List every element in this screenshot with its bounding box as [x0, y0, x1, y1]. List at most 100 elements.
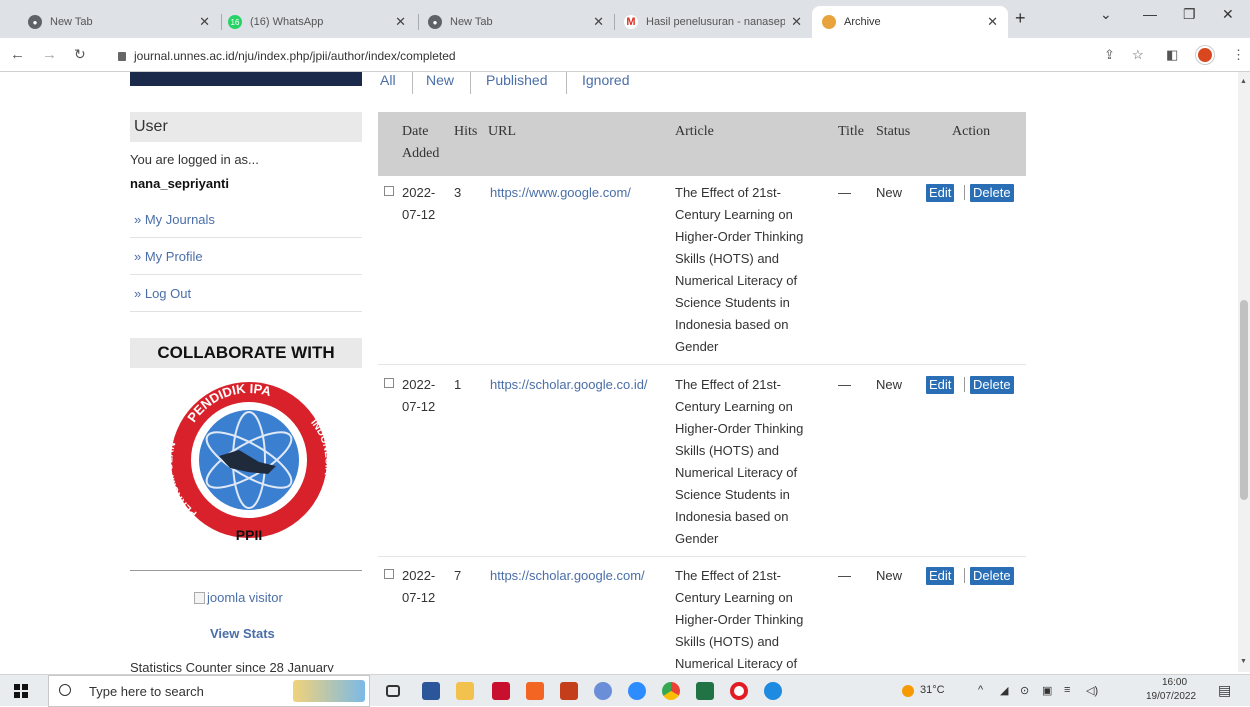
browser-icon[interactable] — [594, 682, 612, 700]
col-date[interactable]: Date — [402, 124, 428, 140]
sidebar-link-my-profile[interactable]: » My Profile — [130, 239, 362, 275]
tab-whatsapp[interactable]: 16 (16) WhatsApp ✕ — [218, 6, 416, 38]
file-explorer-icon[interactable] — [456, 682, 474, 700]
row-url-link[interactable]: https://www.google.com/ — [490, 182, 631, 204]
forward-icon[interactable]: → — [42, 46, 57, 63]
tab-gmail[interactable]: M Hasil penelusuran - nanasep ✕ — [614, 6, 812, 38]
row-checkbox[interactable] — [384, 186, 394, 196]
tab-title: New Tab — [450, 16, 493, 28]
task-view-icon[interactable] — [386, 685, 400, 697]
chrome-icon[interactable] — [662, 682, 680, 700]
sidepanel-icon[interactable]: ◧ — [1166, 47, 1178, 63]
row-status: New — [876, 185, 903, 200]
windows-start-icon[interactable] — [14, 684, 28, 698]
delete-button[interactable]: Delete — [970, 376, 1014, 394]
minimize-icon[interactable]: — — [1143, 6, 1157, 22]
meet-icon[interactable]: ⊙ — [1020, 684, 1029, 697]
col-url[interactable]: URL — [488, 124, 516, 140]
globe-icon: ● — [428, 15, 442, 29]
whatsapp-icon: 16 — [228, 15, 242, 29]
joomla-visitor-image[interactable]: joomla visitor — [194, 590, 283, 605]
table-row: 2022-07-12 1 https://scholar.google.co.i… — [378, 374, 1026, 554]
col-article[interactable]: Article — [675, 124, 714, 140]
clock-date[interactable]: 19/07/2022 — [1146, 691, 1196, 702]
username: nana_sepriyanti — [130, 176, 229, 191]
new-tab-button[interactable]: + — [1015, 8, 1026, 29]
tab-archive[interactable]: Archive ✕ — [812, 6, 1008, 38]
delete-button[interactable]: Delete — [970, 184, 1014, 202]
excel-icon[interactable] — [696, 682, 714, 700]
url-field[interactable]: journal.unnes.ac.id/nju/index.php/jpii/a… — [118, 49, 456, 63]
lock-icon — [118, 52, 126, 61]
filter-all[interactable]: All — [380, 72, 396, 88]
notification-app-icon[interactable]: ▣ — [1042, 684, 1052, 697]
tab-new-tab-1[interactable]: ● New Tab ✕ — [18, 6, 220, 38]
menu-kebab-icon[interactable]: ⋮ — [1232, 47, 1245, 63]
browser-tab-bar: ● New Tab ✕ 16 (16) WhatsApp ✕ ● New Tab… — [0, 0, 1250, 38]
bookmark-star-icon[interactable]: ☆ — [1132, 47, 1144, 63]
volume-icon[interactable]: ◁) — [1086, 684, 1098, 697]
filter-published[interactable]: Published — [486, 72, 548, 88]
word-icon[interactable] — [422, 682, 440, 700]
row-status: New — [876, 377, 903, 392]
tab-new-tab-2[interactable]: ● New Tab ✕ — [418, 6, 614, 38]
ppii-logo[interactable]: PENDIDIK IPA PERKUMPULAN INDONESIA PPII — [164, 376, 334, 552]
office-icon[interactable] — [526, 682, 544, 700]
app-icon[interactable] — [492, 682, 510, 700]
edit-button[interactable]: Edit — [926, 567, 955, 585]
col-status[interactable]: Status — [876, 124, 910, 140]
edit-button[interactable]: Edit — [926, 184, 955, 202]
col-hits[interactable]: Hits — [454, 124, 477, 140]
back-icon[interactable]: ← — [10, 46, 25, 63]
share-icon[interactable]: ⇪ — [1104, 47, 1115, 63]
joomla-visitor-alt: joomla visitor — [207, 590, 283, 605]
zoom-icon[interactable] — [628, 682, 646, 700]
row-article: The Effect of 21st-Century Learning on H… — [675, 185, 804, 354]
filter-ignored[interactable]: Ignored — [582, 72, 629, 88]
weather-icon[interactable] — [902, 685, 914, 697]
close-icon[interactable]: ✕ — [199, 14, 210, 30]
scrollbar-thumb[interactable] — [1240, 300, 1248, 500]
row-checkbox[interactable] — [384, 569, 394, 579]
reload-icon[interactable]: ↻ — [74, 46, 86, 63]
weather-temp[interactable]: 31°C — [920, 684, 945, 696]
edge-icon[interactable] — [764, 682, 782, 700]
close-icon[interactable]: ✕ — [593, 14, 604, 30]
action-divider — [964, 185, 965, 200]
view-stats-link[interactable]: View Stats — [210, 626, 275, 641]
close-icon[interactable]: ✕ — [987, 14, 998, 30]
scroll-up-icon[interactable]: ▲ — [1240, 78, 1247, 85]
delete-button[interactable]: Delete — [970, 567, 1014, 585]
row-url-link[interactable]: https://scholar.google.com/ — [490, 565, 645, 587]
restore-icon[interactable]: ❐ — [1183, 6, 1196, 23]
tab-search-icon[interactable]: ⌄ — [1100, 6, 1112, 23]
clock-time[interactable]: 16:00 — [1162, 677, 1187, 688]
tray-chevron-icon[interactable]: ^ — [978, 684, 983, 696]
filter-divider — [470, 72, 471, 94]
filter-new[interactable]: New — [426, 72, 454, 88]
sidebar-link-log-out[interactable]: » Log Out — [130, 276, 362, 312]
edit-button[interactable]: Edit — [926, 376, 955, 394]
row-url-link[interactable]: https://scholar.google.co.id/ — [490, 374, 648, 396]
sidebar-link-my-journals[interactable]: » My Journals — [130, 202, 362, 238]
contact-us-button[interactable] — [130, 72, 362, 86]
taskbar-search-box[interactable]: Type here to search — [48, 675, 370, 707]
row-divider — [378, 556, 1026, 557]
filter-divider — [412, 72, 413, 94]
powerpoint-icon[interactable] — [560, 682, 578, 700]
row-checkbox[interactable] — [384, 378, 394, 388]
tab-title: Archive — [844, 16, 881, 28]
page-scrollbar[interactable]: ▲ ▼ — [1238, 72, 1250, 672]
scroll-down-icon[interactable]: ▼ — [1240, 658, 1247, 665]
wifi-icon[interactable]: ≡ — [1064, 684, 1070, 696]
row-title: — — [838, 185, 851, 200]
profile-avatar[interactable] — [1196, 46, 1214, 64]
close-icon[interactable]: ✕ — [791, 14, 802, 30]
col-title[interactable]: Title — [838, 124, 864, 140]
network-icon[interactable]: ◢ — [1000, 684, 1008, 697]
notifications-icon[interactable]: ▤ — [1218, 682, 1231, 699]
opera-icon[interactable] — [730, 682, 748, 700]
close-icon[interactable]: ✕ — [395, 14, 406, 30]
search-icon — [59, 684, 71, 696]
close-window-icon[interactable]: ✕ — [1222, 6, 1234, 23]
